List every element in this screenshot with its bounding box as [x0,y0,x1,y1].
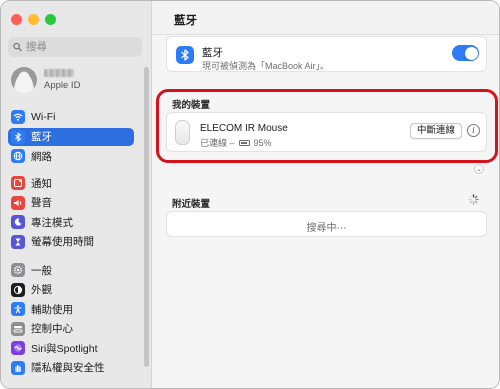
sidebar: Apple ID Wi-Fi 藍牙網路 通知聲音專注模式螢幕使用時間 一般外觀輔助… [1,1,152,388]
window-controls [11,14,56,25]
sidebar-item-label: 隱私權與安全性 [31,362,105,374]
search-input[interactable] [26,41,142,53]
titlebar: 藍牙 [152,1,499,35]
hand-icon [11,360,25,375]
sidebar-item[interactable]: 聲音 [8,194,134,212]
speaker-icon [11,195,25,210]
sidebar-item-label: 通知 [31,177,52,190]
gear-icon [11,263,25,277]
sidebar-item[interactable]: 輔助使用 [8,300,134,318]
sidebar-item-label: Wi-Fi [31,111,56,123]
sidebar-item-label: 藍牙 [31,131,52,143]
close-button[interactable] [11,14,22,25]
bluetooth-title: 藍牙 [202,47,223,59]
search-icon [13,42,22,52]
sidebar-item[interactable]: 外觀 [8,281,134,299]
sidebar-item-label: Siri與Spotlight [31,342,98,355]
globe-icon [11,149,25,163]
sidebar-item[interactable]: Wi-Fi [8,108,134,126]
sidebar-item[interactable]: 隱私權與安全性 [8,359,134,377]
settings-window: Apple ID Wi-Fi 藍牙網路 通知聲音專注模式螢幕使用時間 一般外觀輔助… [0,0,500,389]
sidebar-item-label: 一般 [31,264,52,277]
appearance-icon [11,282,25,297]
hourglass-icon [11,234,25,249]
device-row[interactable]: ELECOM IR Mouse 已連線 – 95% 中斷連線 i [166,112,487,152]
battery-percent: 95% [253,137,272,148]
sidebar-item-label: 控制中心 [31,323,73,335]
sidebar-group-system: 一般外觀輔助使用控制中心 Siri與Spotlight 隱私權與安全性 [8,261,134,378]
minimize-button[interactable] [28,14,39,25]
loading-spinner-icon [468,194,479,205]
device-status-text: 已連線 – [200,138,235,148]
bluetooth-icon [176,46,194,64]
sidebar-item[interactable]: 網路 [8,147,134,165]
apple-id-profile[interactable]: Apple ID [11,67,80,93]
nearby-devices-title: 附近裝置 [172,199,211,210]
siri-icon [11,341,25,355]
info-icon[interactable]: i [467,124,480,137]
sidebar-search[interactable] [8,37,142,57]
bluetooth-card: 藍牙 現可被偵測為「MacBook Air」。 [166,36,487,72]
sidebar-item[interactable]: Siri與Spotlight [8,339,134,357]
sidebar-item[interactable]: 專注模式 [8,213,134,231]
sidebar-item[interactable]: 控制中心 [8,320,134,338]
device-name: ELECOM IR Mouse [200,123,288,134]
battery-fill [240,141,248,144]
avatar [11,67,37,93]
wifi-icon [11,110,25,124]
sidebar-item[interactable]: 一般 [8,261,134,279]
mouse-icon [175,120,190,145]
control-center-icon [11,321,25,336]
moon-icon [11,215,25,229]
accessibility-icon [11,302,25,316]
main-pane: 藍牙 藍牙 現可被偵測為「MacBook Air」。 我的裝置 ELECOM I… [152,1,499,388]
chevron-down-icon[interactable]: ⌄ [474,164,484,174]
bluetooth-subtitle: 現可被偵測為「MacBook Air」。 [202,61,330,71]
device-status: 已連線 – 95% [200,136,272,149]
profile-name-redacted [44,69,74,77]
sidebar-item-label: 輔助使用 [31,303,73,316]
sidebar-item[interactable]: 藍牙 [8,127,134,146]
sidebar-item-label: 專注模式 [31,216,73,229]
notification-icon [11,176,25,190]
sidebar-item-label: 聲音 [31,197,52,209]
toggle-knob [464,46,478,60]
searching-text: 搜尋中⋯ [306,223,347,234]
bluetooth-toggle[interactable] [452,45,479,61]
zoom-button[interactable] [45,14,56,25]
sidebar-item-label: 螢幕使用時間 [31,236,94,248]
sidebar-scrollbar[interactable] [144,67,149,367]
bluetooth-icon [11,129,25,144]
sidebar-item[interactable]: 通知 [8,174,134,192]
sidebar-item-label: 外觀 [31,284,52,296]
disconnect-button[interactable]: 中斷連線 [410,123,463,139]
sidebar-item-label: 網路 [31,150,52,163]
profile-subtitle: Apple ID [44,80,81,91]
battery-icon [238,139,250,146]
sidebar-group-network: Wi-Fi 藍牙網路 [8,108,134,167]
page-title: 藍牙 [174,15,197,27]
sidebar-item[interactable]: 螢幕使用時間 [8,233,134,251]
my-devices-title: 我的裝置 [172,100,211,111]
nearby-devices-list: 搜尋中⋯ [166,211,487,237]
sidebar-group-notifications: 通知聲音專注模式螢幕使用時間 [8,174,134,252]
